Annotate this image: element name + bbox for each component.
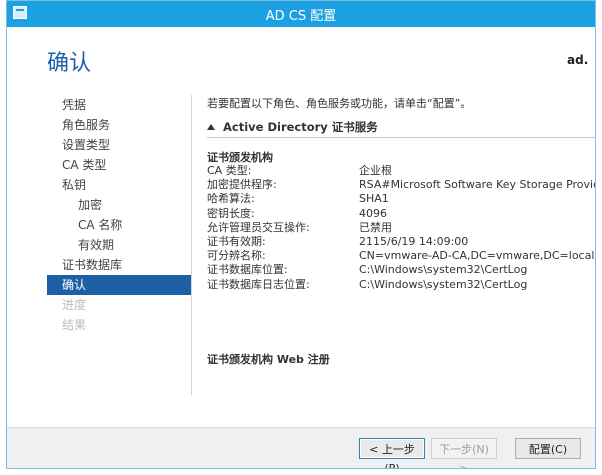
setting-value: 已禁用	[359, 220, 392, 234]
nav-step-item[interactable]: 设置类型	[47, 135, 191, 155]
nav-step-item[interactable]: CA 名称	[47, 215, 191, 235]
setting-value: 4096	[359, 206, 387, 220]
nav-step-item[interactable]: 加密	[47, 195, 191, 215]
wizard-footer: < 上一步(P) 下一步(N) > 配置(C)	[7, 427, 595, 468]
window-title: AD CS 配置	[265, 9, 337, 24]
nav-step-item[interactable]: 角色服务	[47, 115, 191, 135]
setting-key: 证书有效期:	[207, 234, 266, 248]
title-bar[interactable]: AD CS 配置	[7, 1, 595, 27]
previous-button[interactable]: < 上一步(P)	[359, 438, 425, 468]
wizard-step-nav: 凭据 角色服务 设置类型 CA 类型 私钥 加密 CA 名称 有效期 证书数据库 确认进度结果	[47, 95, 192, 395]
nav-step-item: 进度	[62, 298, 87, 312]
setting-value: SHA1	[359, 192, 389, 206]
page-title: 确认	[47, 51, 92, 76]
nav-step-item[interactable]: CA 类型	[47, 155, 191, 175]
configure-button[interactable]: 配置(C)	[515, 438, 581, 459]
setting-key: CA 类型:	[207, 164, 252, 177]
wizard-client-area: 确认 ad. 凭据 角色服务 设置类型 CA 类型 私钥 加密 CA 名称 有效期 证书数据库确…	[7, 27, 596, 468]
group-title-web-enrollment: 证书颁发机构 Web 注册	[207, 353, 330, 366]
setting-key: 哈希算法:	[207, 192, 255, 206]
setting-key: 允许管理员交互操作:	[207, 220, 310, 234]
setting-value: RSA#Microsoft Software Key Storage Provi…	[359, 178, 596, 192]
setting-value: C:\Windows\system32\CertLog	[359, 263, 528, 277]
group-title-ca: 证书颁发机构	[207, 151, 273, 164]
setting-value: C:\Windows\system32\CertLog	[359, 277, 528, 291]
setting-key: 加密提供程序:	[207, 178, 277, 192]
next-button[interactable]: 下一步(N) >	[431, 438, 497, 468]
setting-value: CN=vmware-AD-CA,DC=vmware,DC=local	[359, 249, 595, 263]
setting-key: 密钥长度:	[207, 206, 255, 220]
nav-step-item: 结果	[62, 318, 87, 332]
section-title: Active Directory 证书服务	[223, 120, 378, 134]
target-server-name: ad.	[567, 53, 589, 67]
nav-step-item[interactable]: 确认	[47, 275, 191, 295]
section-header-adcs[interactable]: Active Directory 证书服务	[207, 119, 378, 135]
nav-step-item[interactable]: 凭据	[47, 95, 191, 115]
section-divider	[207, 137, 595, 138]
setting-key: 证书数据库位置:	[207, 263, 288, 277]
nav-step-item[interactable]: 证书数据库	[47, 255, 191, 275]
nav-step-item[interactable]: 有效期	[47, 235, 191, 255]
nav-step-item[interactable]: 私钥	[47, 175, 191, 195]
wizard-window: AD CS 配置 确认 ad. 凭据 角色服务 设置类型 CA 类型 私钥 加密 CA 名称…	[6, 0, 596, 469]
setting-value: 2115/6/19 14:09:00	[359, 234, 469, 248]
setting-key: 可分辨名称:	[207, 249, 266, 263]
confirmation-content: 若要配置以下角色、角色服务或功能，请单击“配置”。 Active Directo…	[207, 89, 596, 409]
intro-text: 若要配置以下角色、角色服务或功能，请单击“配置”。	[207, 97, 472, 110]
chevron-up-icon	[207, 124, 215, 130]
setting-key: 证书数据库日志位置:	[207, 277, 310, 291]
setting-value: 企业根	[359, 164, 392, 177]
